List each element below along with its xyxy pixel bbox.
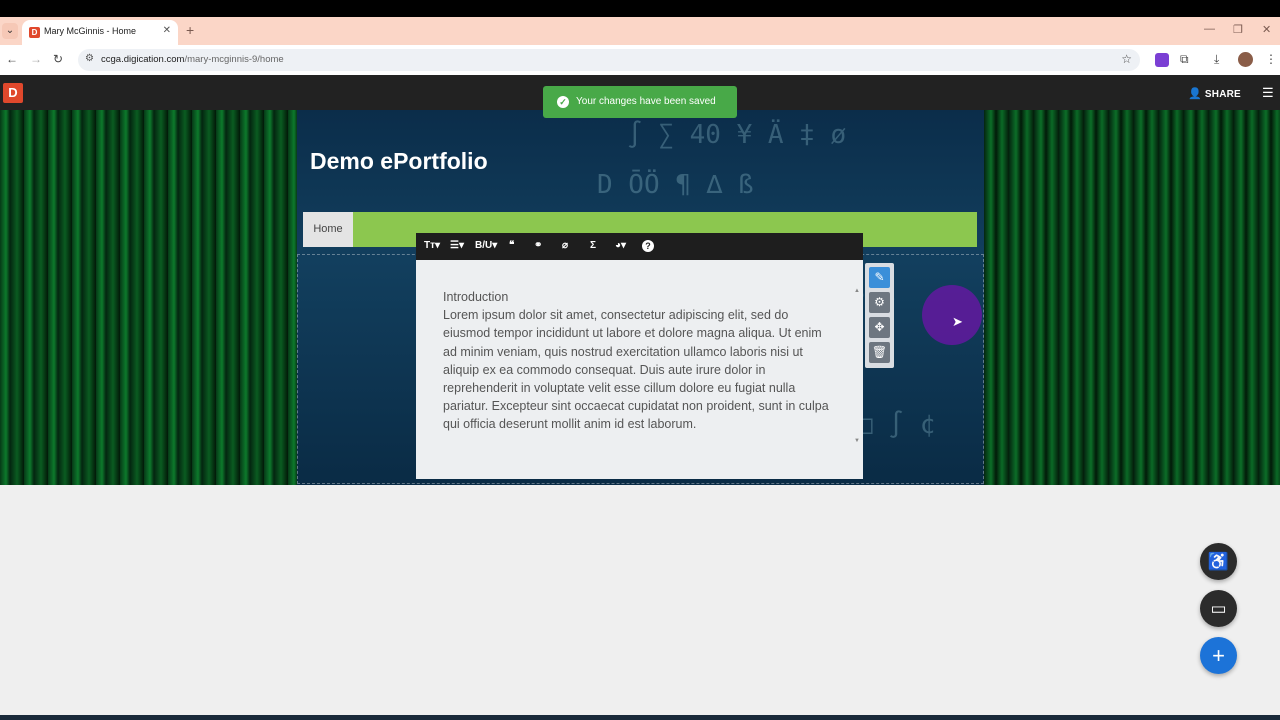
window-close-icon[interactable]: ✕ xyxy=(1262,23,1271,36)
screen-top-bar xyxy=(0,0,1280,17)
extensions-icon[interactable]: ⧉ xyxy=(1180,52,1189,67)
url-domain: ccga.digication.com xyxy=(101,54,185,65)
url-path: /mary-mcginnis-9/home xyxy=(184,54,284,65)
share-button[interactable]: 👤 SHARE xyxy=(1188,87,1241,100)
nav-home-link[interactable]: Home xyxy=(303,212,353,247)
color-palette-icon[interactable]: ◕▾ xyxy=(615,240,626,251)
site-info-icon[interactable]: ⚙ xyxy=(85,53,94,64)
browser-toolbar: ← → ↻ ⚙ ccga.digication.com/mary-mcginni… xyxy=(0,45,1280,75)
scroll-up-icon[interactable]: ▲ xyxy=(854,288,860,294)
page-body: ♿ ▭ + xyxy=(0,485,1280,715)
block-tools: ✎ ⚙ ✥ 🗑 xyxy=(865,263,894,368)
bookmark-star-icon[interactable]: ☆ xyxy=(1121,52,1132,66)
digication-logo[interactable]: D xyxy=(3,83,23,103)
chat-icon[interactable]: ▭ xyxy=(1200,590,1237,627)
back-icon[interactable]: ← xyxy=(6,52,18,66)
forward-icon[interactable]: → xyxy=(30,52,42,66)
site-title[interactable]: Demo ePortfolio xyxy=(310,148,488,175)
editor-content[interactable]: Introduction Lorem ipsum dolor sit amet,… xyxy=(443,288,833,434)
download-icon[interactable]: ⤓ xyxy=(1214,52,1219,67)
browser-tab-strip: ⌄ D Mary McGinnis - Home ✕ + — ❐ ✕ xyxy=(0,17,1280,45)
help-icon[interactable]: ? xyxy=(642,240,654,252)
address-bar[interactable]: ⚙ ccga.digication.com/mary-mcginnis-9/ho… xyxy=(78,49,1140,71)
save-toast: ✓ Your changes have been saved xyxy=(543,86,737,118)
text-size-icon[interactable]: Tт▾ xyxy=(424,240,440,251)
rich-text-toolbar: Tт▾ ☰▾ B/U▾ ❝ ⚭ ⌀ Σ ◕▾ ? xyxy=(416,233,863,260)
scroll-down-icon[interactable]: ▼ xyxy=(854,438,860,444)
accessibility-icon[interactable]: ♿ xyxy=(1200,543,1237,580)
gear-icon[interactable]: ⚙ xyxy=(869,292,890,313)
attachment-icon[interactable]: ⌀ xyxy=(562,240,568,251)
browser-tab[interactable]: D Mary McGinnis - Home ✕ xyxy=(22,20,178,45)
bold-underline-icon[interactable]: B/U▾ xyxy=(475,240,497,251)
check-circle-icon: ✓ xyxy=(557,96,569,108)
banner-image-left xyxy=(0,110,297,485)
restore-icon[interactable]: ❐ xyxy=(1233,23,1243,36)
new-tab-icon[interactable]: + xyxy=(186,22,194,38)
quote-icon[interactable]: ❝ xyxy=(509,240,514,251)
browser-menu-icon[interactable]: ⋮ xyxy=(1265,52,1277,66)
favicon-icon: D xyxy=(29,27,40,38)
tab-title: Mary McGinnis - Home xyxy=(44,26,137,36)
profile-avatar[interactable] xyxy=(1238,52,1253,67)
toast-message: Your changes have been saved xyxy=(576,96,716,107)
link-icon[interactable]: ⚭ xyxy=(534,240,542,251)
os-taskbar xyxy=(0,715,1280,720)
person-icon: 👤 xyxy=(1188,88,1202,100)
extension-badge-icon[interactable] xyxy=(1155,53,1169,67)
editor-body-text: Lorem ipsum dolor sit amet, consectetur … xyxy=(443,308,829,432)
minimize-icon[interactable]: — xyxy=(1204,23,1215,35)
text-editor[interactable]: Introduction Lorem ipsum dolor sit amet,… xyxy=(416,260,863,479)
banner-glyphs: ∫ ∑ 40 ¥ Ä ‡ ø xyxy=(627,120,847,150)
banner-image-right xyxy=(984,110,1280,485)
close-icon[interactable]: ✕ xyxy=(163,25,171,36)
reload-icon[interactable]: ↻ xyxy=(53,52,63,66)
sigma-icon[interactable]: Σ xyxy=(590,240,596,251)
plus-icon[interactable]: + xyxy=(1200,637,1237,674)
menu-icon[interactable]: ☰ xyxy=(1262,85,1274,101)
share-label: SHARE xyxy=(1204,89,1241,100)
edit-icon[interactable]: ✎ xyxy=(869,267,890,288)
mouse-cursor-icon: ➤ xyxy=(952,314,963,329)
trash-icon[interactable]: 🗑 xyxy=(869,342,890,363)
editor-heading: Introduction xyxy=(443,290,509,304)
list-icon[interactable]: ☰▾ xyxy=(450,240,464,251)
url-text: ccga.digication.com/mary-mcginnis-9/home xyxy=(101,54,284,65)
tab-search-icon[interactable]: ⌄ xyxy=(2,23,18,39)
banner-glyphs: D ŌÖ ¶ ∆ ß xyxy=(597,170,754,200)
move-icon[interactable]: ✥ xyxy=(869,317,890,338)
